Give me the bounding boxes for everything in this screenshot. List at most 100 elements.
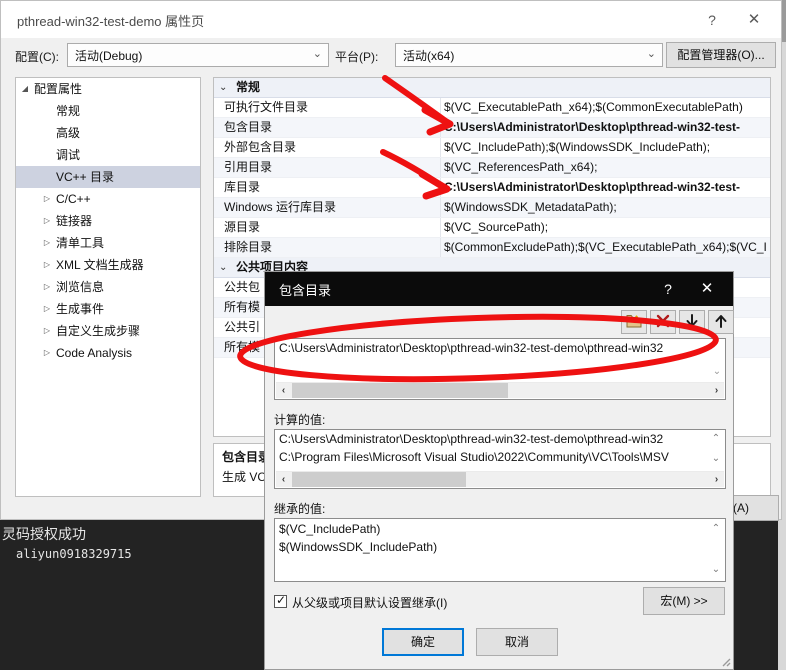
chevron-right-icon[interactable]: ▷: [38, 276, 56, 298]
property-name: 排除目录: [224, 240, 273, 254]
directories-listbox[interactable]: C:\Users\Administrator\Desktop\pthread-w…: [274, 338, 726, 400]
tree-item[interactable]: ▷ Code Analysis: [16, 342, 200, 364]
property-value[interactable]: $(CommonExcludePath);$(VC_ExecutablePath…: [444, 238, 768, 257]
property-row[interactable]: 库目录 C:\Users\Administrator\Desktop\pthrea…: [214, 178, 770, 198]
check-icon: ✓: [276, 593, 287, 607]
tree-item-label: 浏览信息: [56, 280, 105, 294]
tree-item-label: Code Analysis: [56, 346, 133, 360]
ok-button[interactable]: 确定: [382, 628, 464, 656]
property-value[interactable]: $(VC_ReferencesPath_x64);: [444, 158, 768, 177]
move-up-icon[interactable]: [708, 310, 734, 334]
dialog-close-icon[interactable]: ✕: [691, 277, 723, 301]
scroll-left-icon[interactable]: ‹: [276, 383, 291, 398]
platform-select[interactable]: 活动(x64) ⌄: [395, 43, 663, 67]
chevron-down-icon[interactable]: ◢: [16, 78, 34, 100]
horizontal-scrollbar[interactable]: ‹ ›: [276, 471, 724, 487]
tree-item[interactable]: ▷ 自定义生成步骤: [16, 320, 200, 342]
evaluated-value-box[interactable]: C:\Users\Administrator\Desktop\pthread-w…: [274, 429, 726, 489]
chevron-right-icon[interactable]: ▷: [38, 210, 56, 232]
property-row[interactable]: Windows 运行库目录 $(WindowsSDK_MetadataPath);: [214, 198, 770, 218]
horizontal-scrollbar-thumb[interactable]: [292, 472, 466, 487]
list-item[interactable]: C:\Users\Administrator\Desktop\pthread-w…: [279, 341, 663, 355]
tree-item[interactable]: ▷ 清单工具: [16, 232, 200, 254]
chevron-down-icon[interactable]: ⌄: [709, 563, 723, 577]
configuration-label: 配置(C):: [15, 50, 59, 64]
chevron-right-icon[interactable]: ▷: [38, 188, 56, 210]
chevron-right-icon[interactable]: ▷: [38, 232, 56, 254]
property-value[interactable]: $(WindowsSDK_MetadataPath);: [444, 198, 768, 217]
dialog-help-icon[interactable]: ?: [655, 277, 681, 301]
property-name: 源目录: [224, 220, 261, 234]
chevron-down-icon[interactable]: ⌄: [710, 365, 724, 379]
chevron-up-icon[interactable]: ⌃: [709, 432, 723, 446]
tree-item-label: VC++ 目录: [56, 170, 115, 184]
chevron-right-icon[interactable]: ▷: [38, 298, 56, 320]
property-row[interactable]: 引用目录 $(VC_ReferencesPath_x64);: [214, 158, 770, 178]
new-folder-icon[interactable]: [621, 310, 647, 334]
configuration-select[interactable]: 活动(Debug) ⌄: [67, 43, 329, 67]
dialog-title: 包含目录: [279, 283, 332, 298]
chevron-right-icon[interactable]: ▷: [38, 342, 56, 364]
close-icon[interactable]: ✕: [737, 7, 771, 33]
scroll-left-icon[interactable]: ‹: [276, 472, 291, 487]
property-group-header[interactable]: ⌄ 常规: [214, 78, 770, 98]
tree-item[interactable]: ▷ C/C++: [16, 188, 200, 210]
resize-grip[interactable]: [719, 655, 731, 667]
dialog-titlebar: 包含目录 ? ✕: [265, 272, 733, 306]
property-name: Windows 运行库目录: [224, 200, 337, 214]
tree-item-label: 链接器: [56, 214, 93, 228]
property-value[interactable]: $(VC_IncludePath);$(WindowsSDK_IncludePa…: [444, 138, 768, 157]
tree-item-label: XML 文档生成器: [56, 258, 144, 272]
property-name: 引用目录: [224, 160, 273, 174]
cancel-button[interactable]: 取消: [476, 628, 558, 656]
chevron-down-icon[interactable]: ⌄: [219, 258, 227, 277]
macros-button[interactable]: 宏(M) >>: [643, 587, 725, 615]
tree-item[interactable]: 高级: [16, 122, 200, 144]
scroll-right-icon[interactable]: ›: [709, 472, 724, 487]
tree-item[interactable]: ▷ XML 文档生成器: [16, 254, 200, 276]
property-group-label: 常规: [236, 80, 261, 94]
tree-item[interactable]: ▷ 生成事件: [16, 298, 200, 320]
property-name: 公共引: [224, 320, 261, 334]
tree-item[interactable]: 常规: [16, 100, 200, 122]
configuration-bar: 配置(C): 活动(Debug) ⌄ 平台(P): 活动(x64) ⌄ 配置管理…: [1, 38, 781, 74]
property-value[interactable]: C:\Users\Administrator\Desktop\pthread-w…: [444, 118, 768, 137]
property-pages-titlebar: pthread-win32-test-demo 属性页 ? ✕: [1, 1, 781, 38]
property-row[interactable]: 排除目录 $(CommonExcludePath);$(VC_Executable…: [214, 238, 770, 258]
property-name: 包含目录: [224, 120, 273, 134]
chevron-right-icon[interactable]: ▷: [38, 320, 56, 342]
tree-item-label: 配置属性: [34, 82, 83, 96]
inherited-value-box[interactable]: $(VC_IncludePath) $(WindowsSDK_IncludePa…: [274, 518, 726, 582]
property-row[interactable]: 包含目录 C:\Users\Administrator\Desktop\pthre…: [214, 118, 770, 138]
tree-item[interactable]: ◢ 配置属性: [16, 78, 200, 100]
property-row[interactable]: 源目录 $(VC_SourcePath);: [214, 218, 770, 238]
property-value[interactable]: C:\Users\Administrator\Desktop\pthread-w…: [444, 178, 768, 197]
chevron-right-icon[interactable]: ▷: [38, 254, 56, 276]
tree-item[interactable]: ▷ 浏览信息: [16, 276, 200, 298]
inherited-value-line: $(WindowsSDK_IncludePath): [279, 540, 438, 554]
chevron-down-icon[interactable]: ⌄: [219, 78, 227, 97]
scroll-right-icon[interactable]: ›: [709, 383, 724, 398]
property-value[interactable]: $(VC_SourcePath);: [444, 218, 768, 237]
tree-item-label: 高级: [56, 126, 81, 140]
property-tree[interactable]: ◢ 配置属性 常规 高级 调试 VC++ 目录 ▷ C/C++ ▷ 链接器 ▷ 清单工具 ▷ XML 文档…: [15, 77, 201, 497]
inherit-checkbox[interactable]: ✓: [274, 593, 287, 608]
configuration-manager-button[interactable]: 配置管理器(O)...: [666, 42, 776, 68]
tree-item[interactable]: ▷ 链接器: [16, 210, 200, 232]
chevron-down-icon[interactable]: ⌄: [709, 452, 723, 466]
delete-icon[interactable]: [650, 310, 676, 334]
property-row[interactable]: 外部包含目录 $(VC_IncludePath);$(WindowsSDK_Inc…: [214, 138, 770, 158]
evaluated-value-line: C:\Users\Administrator\Desktop\pthread-w…: [279, 432, 664, 446]
chevron-up-icon[interactable]: ⌃: [709, 522, 723, 536]
tree-item[interactable]: VC++ 目录: [16, 166, 200, 188]
property-row[interactable]: 可执行文件目录 $(VC_ExecutablePath_x64);$(Common…: [214, 98, 770, 118]
evaluated-value-label: 计算的值:: [274, 413, 326, 427]
tree-item[interactable]: 调试: [16, 144, 200, 166]
property-value[interactable]: $(VC_ExecutablePath_x64);$(CommonExecuta…: [444, 98, 768, 117]
horizontal-scrollbar[interactable]: ‹ ›: [276, 382, 724, 398]
help-icon[interactable]: ?: [697, 7, 727, 33]
move-down-icon[interactable]: [679, 310, 705, 334]
horizontal-scrollbar-thumb[interactable]: [292, 383, 508, 398]
column-divider: [440, 178, 441, 197]
inherit-checkbox-label: 从父级或项目默认设置继承(I): [292, 596, 448, 610]
